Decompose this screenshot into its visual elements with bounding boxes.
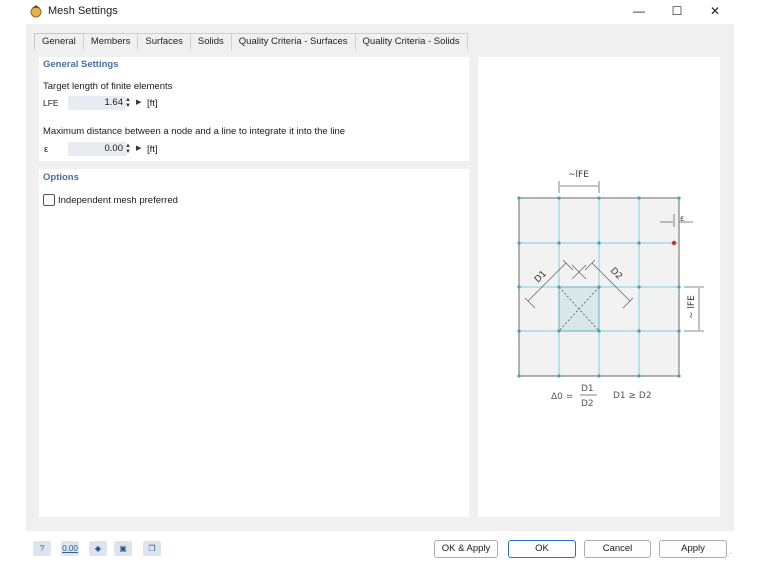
minimize-button[interactable]: — — [626, 3, 652, 19]
tab-general[interactable]: General — [34, 33, 84, 51]
lfe-input[interactable]: 1.64 — [68, 96, 126, 110]
lfe-symbol: LFE — [43, 98, 59, 108]
resize-grip-icon[interactable]: ⋰ — [724, 552, 732, 561]
tab-solids[interactable]: Solids — [189, 33, 232, 50]
tab-quality-solids[interactable]: Quality Criteria - Solids — [354, 33, 468, 50]
ok-button[interactable]: OK — [508, 540, 576, 558]
mesh-diagram: ~lFE ε ~ lFE D1 D2 Δ0 = D1 D2 D1 ≥ D2 — [517, 170, 704, 409]
cancel-button[interactable]: Cancel — [584, 540, 651, 558]
condition-label: D1 ≥ D2 — [613, 391, 652, 401]
lfe-menu-arrow[interactable]: ▶ — [136, 96, 142, 110]
tab-surfaces[interactable]: Surfaces — [137, 33, 191, 50]
ok-apply-button[interactable]: OK & Apply — [434, 540, 498, 558]
independent-mesh-label: Independent mesh preferred — [58, 195, 178, 206]
eps-unit: [ft] — [147, 144, 158, 155]
lfe-stepper[interactable]: ▲ ▼ — [124, 97, 132, 111]
lfe-unit: [ft] — [147, 98, 158, 109]
tab-bar: General Members Surfaces Solids Quality … — [34, 33, 468, 51]
lfe-top-label: ~lFE — [568, 170, 589, 180]
frac-denominator: D2 — [581, 399, 594, 409]
options-title: Options — [43, 172, 79, 183]
maximize-button[interactable]: ☐ — [664, 3, 690, 19]
max-distance-label: Maximum distance between a node and a li… — [43, 126, 346, 137]
save-icon[interactable]: ▣ — [114, 541, 132, 556]
eps-input[interactable]: 0.00 — [68, 142, 126, 156]
eps-menu-arrow[interactable]: ▶ — [136, 142, 142, 156]
target-length-label: Target length of finite elements — [43, 81, 173, 92]
window-title: Mesh Settings — [48, 5, 118, 17]
units-icon[interactable]: 0.00 — [61, 541, 79, 556]
app-icon — [30, 5, 42, 18]
eps-stepper[interactable]: ▲ ▼ — [124, 143, 132, 157]
help-icon[interactable]: ? — [33, 541, 51, 556]
tab-quality-surfaces[interactable]: Quality Criteria - Surfaces — [230, 33, 356, 50]
tab-members[interactable]: Members — [82, 33, 139, 50]
title-bar: Mesh Settings — ☐ ✕ — [0, 0, 760, 24]
copy-icon[interactable]: ❐ — [143, 541, 161, 556]
model-icon[interactable]: ◆ — [89, 541, 107, 556]
lfe-right-label: ~ lFE — [687, 295, 697, 319]
apply-button[interactable]: Apply — [659, 540, 727, 558]
frac-numerator: D1 — [581, 384, 594, 394]
independent-mesh-checkbox[interactable] — [43, 194, 55, 206]
eps-diagram-label: ε — [680, 214, 684, 223]
delta-label: Δ0 = — [551, 392, 573, 402]
options-panel — [39, 169, 469, 517]
general-settings-title: General Settings — [43, 59, 119, 70]
eps-symbol: ε — [44, 144, 49, 155]
close-button[interactable]: ✕ — [702, 3, 728, 19]
